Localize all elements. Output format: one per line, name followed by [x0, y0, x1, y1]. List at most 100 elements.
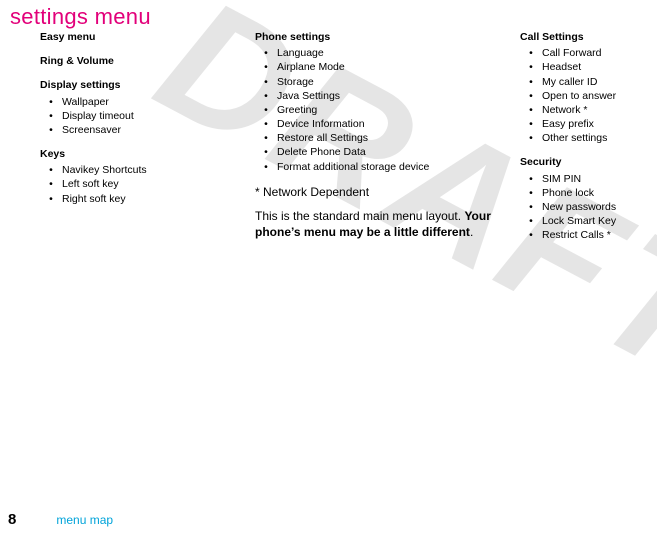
- list-item: •Greeting: [255, 103, 505, 117]
- list-item: •Left soft key: [40, 177, 255, 191]
- list-item: •Right soft key: [40, 192, 255, 206]
- group-keys: Keys •Navikey Shortcuts •Left soft key •…: [40, 147, 255, 206]
- bullet-icon: •: [40, 109, 62, 123]
- heading: Phone settings: [255, 30, 505, 44]
- group-easy-menu: Easy menu: [40, 30, 255, 44]
- item-label: Headset: [542, 60, 581, 74]
- bullet-icon: •: [40, 123, 62, 137]
- item-label: Easy prefix: [542, 117, 594, 131]
- bullet-icon: •: [520, 60, 542, 74]
- item-label: Restrict Calls *: [542, 228, 611, 242]
- bullet-icon: •: [255, 103, 277, 117]
- footnote-network: * Network Dependent: [255, 184, 505, 200]
- bullet-icon: •: [255, 131, 277, 145]
- list-item: •Easy prefix: [520, 117, 647, 131]
- bullet-icon: •: [520, 186, 542, 200]
- bullet-icon: •: [255, 89, 277, 103]
- group-call-settings: Call Settings •Call Forward •Headset •My…: [520, 30, 647, 145]
- item-label: Restore all Settings: [277, 131, 368, 145]
- list-item: •Storage: [255, 75, 505, 89]
- list-item: •Device Information: [255, 117, 505, 131]
- bullet-icon: •: [520, 89, 542, 103]
- list-item: •Headset: [520, 60, 647, 74]
- item-label: My caller ID: [542, 75, 597, 89]
- item-label: Delete Phone Data: [277, 145, 366, 159]
- bullet-icon: •: [520, 214, 542, 228]
- item-label: New passwords: [542, 200, 616, 214]
- item-label: Java Settings: [277, 89, 340, 103]
- item-label: Airplane Mode: [277, 60, 345, 74]
- bullet-icon: •: [520, 75, 542, 89]
- list-item: •Network *: [520, 103, 647, 117]
- list-item: •Wallpaper: [40, 95, 255, 109]
- bullet-icon: •: [520, 200, 542, 214]
- group-security: Security •SIM PIN •Phone lock •New passw…: [520, 155, 647, 242]
- list-item: •New passwords: [520, 200, 647, 214]
- bullet-icon: •: [520, 46, 542, 60]
- item-label: Call Forward: [542, 46, 602, 60]
- bullet-icon: •: [40, 163, 62, 177]
- bullet-icon: •: [255, 60, 277, 74]
- column-3: Call Settings •Call Forward •Headset •My…: [520, 30, 647, 252]
- list-item: •My caller ID: [520, 75, 647, 89]
- group-phone-settings: Phone settings •Language •Airplane Mode …: [255, 30, 505, 174]
- bullet-icon: •: [255, 75, 277, 89]
- bullet-icon: •: [520, 228, 542, 242]
- list-item: •Language: [255, 46, 505, 60]
- bullet-icon: •: [40, 177, 62, 191]
- item-label: Phone lock: [542, 186, 594, 200]
- list-item: •Airplane Mode: [255, 60, 505, 74]
- bullet-icon: •: [40, 95, 62, 109]
- bullet-icon: •: [255, 145, 277, 159]
- footnote-layout: This is the standard main menu layout. Y…: [255, 208, 505, 240]
- bullet-icon: •: [520, 131, 542, 145]
- bullet-icon: •: [255, 46, 277, 60]
- heading: Display settings: [40, 78, 255, 92]
- bullet-icon: •: [520, 117, 542, 131]
- heading: Call Settings: [520, 30, 647, 44]
- item-label: Storage: [277, 75, 314, 89]
- list-item: •Open to answer: [520, 89, 647, 103]
- list-item: •Delete Phone Data: [255, 145, 505, 159]
- columns-container: Easy menu Ring & Volume Display settings…: [40, 30, 647, 252]
- heading: Security: [520, 155, 647, 169]
- bullet-icon: •: [520, 172, 542, 186]
- item-label: Left soft key: [62, 177, 119, 191]
- item-label: Greeting: [277, 103, 317, 117]
- group-ring-volume: Ring & Volume: [40, 54, 255, 68]
- column-2: Phone settings •Language •Airplane Mode …: [255, 30, 520, 252]
- list-item: •Format additional storage device: [255, 160, 505, 174]
- footnote-text-2: .: [470, 225, 473, 239]
- list-item: •Java Settings: [255, 89, 505, 103]
- bullet-icon: •: [40, 192, 62, 206]
- item-label: Open to answer: [542, 89, 616, 103]
- item-label: Format additional storage device: [277, 160, 429, 174]
- item-label: Lock Smart Key: [542, 214, 616, 228]
- item-label: Navikey Shortcuts: [62, 163, 147, 177]
- item-label: Right soft key: [62, 192, 126, 206]
- bullet-icon: •: [520, 103, 542, 117]
- item-label: Device Information: [277, 117, 365, 131]
- column-1: Easy menu Ring & Volume Display settings…: [40, 30, 255, 252]
- list-item: •Call Forward: [520, 46, 647, 60]
- item-label: Wallpaper: [62, 95, 109, 109]
- heading: Ring & Volume: [40, 54, 255, 68]
- page-title: settings menu: [10, 4, 151, 30]
- heading: Easy menu: [40, 30, 255, 44]
- item-label: Other settings: [542, 131, 607, 145]
- item-label: Network *: [542, 103, 588, 117]
- footer-section: menu map: [56, 513, 113, 527]
- bullet-icon: •: [255, 117, 277, 131]
- page-number: 8: [8, 511, 16, 528]
- list-item: •Restore all Settings: [255, 131, 505, 145]
- list-item: •Screensaver: [40, 123, 255, 137]
- item-label: Language: [277, 46, 324, 60]
- footnote-text-1: This is the standard main menu layout.: [255, 209, 464, 223]
- list-item: •Restrict Calls *: [520, 228, 647, 242]
- list-item: •Phone lock: [520, 186, 647, 200]
- list-item: •Display timeout: [40, 109, 255, 123]
- bullet-icon: •: [255, 160, 277, 174]
- list-item: •Lock Smart Key: [520, 214, 647, 228]
- list-item: •Navikey Shortcuts: [40, 163, 255, 177]
- list-item: •Other settings: [520, 131, 647, 145]
